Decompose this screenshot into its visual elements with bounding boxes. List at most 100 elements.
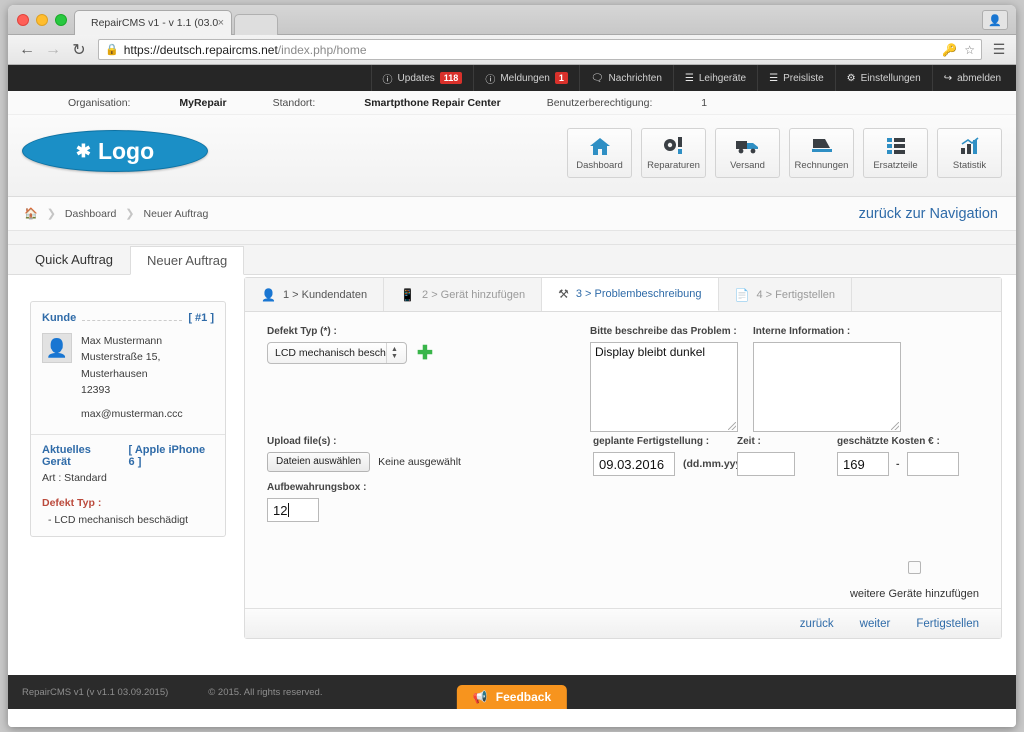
more-devices-area: weitere Geräte hinzufügen — [850, 561, 979, 600]
bookmark-star-icon[interactable]: ☆ — [964, 43, 975, 57]
field-planned-completion: geplante Fertigstellung : 09.03.2016 (dd… — [593, 436, 751, 476]
home-icon — [589, 135, 611, 157]
choose-files-button[interactable]: Dateien auswählen — [267, 452, 371, 472]
wizard-steps: 👤 1 > Kundendaten 📱 2 > Gerät hinzufügen… — [245, 278, 1001, 312]
header-band: ✱ Logo Dashboard Reparaturen Versand Rec… — [8, 115, 1016, 197]
problem-textarea[interactable]: Display bleibt dunkel — [590, 342, 738, 432]
home-icon[interactable]: 🏠 — [24, 207, 38, 220]
kosten-separator: - — [896, 458, 900, 470]
aufbewahrungsbox-input[interactable]: 12 — [267, 498, 319, 522]
tab-neuer-auftrag[interactable]: Neuer Auftrag — [130, 246, 245, 275]
more-devices-checkbox[interactable] — [907, 561, 921, 574]
info-icon: ⓘ — [485, 74, 496, 86]
customer-name: Max Mustermann — [81, 335, 163, 347]
topnav-item-meldungen[interactable]: ⓘ Meldungen 1 — [473, 65, 579, 91]
address-bar[interactable]: 🔒 https://deutsch.repaircms.net /index.p… — [98, 39, 982, 60]
info-icon: ⓘ — [382, 74, 393, 86]
page-footer: RepairCMS v1 (v v1.1 03.09.2015) © 2015.… — [8, 675, 1016, 709]
wizard-step-geraet-hinzufuegen[interactable]: 📱 2 > Gerät hinzufügen — [384, 278, 543, 311]
topnav-item-leihgeraete[interactable]: ☰ Leihgeräte — [672, 65, 757, 91]
header-button-dashboard[interactable]: Dashboard — [567, 128, 632, 178]
intern-textarea[interactable] — [753, 342, 901, 432]
browser-menu-icon[interactable]: ☰ — [988, 41, 1010, 58]
close-window-button[interactable] — [17, 14, 29, 26]
breadcrumb-item-dashboard[interactable]: Dashboard — [65, 208, 116, 220]
feedback-button[interactable]: 📢 Feedback — [456, 685, 568, 709]
tool-icon: ⚒ — [558, 287, 569, 301]
wizard-step-kundendaten[interactable]: 👤 1 > Kundendaten — [245, 278, 385, 311]
wizard-body: Defekt Typ (*) : LCD mechanisch beschädi… — [245, 312, 1001, 608]
topnav-label: Nachrichten — [608, 72, 662, 84]
wizard-step-fertigstellen[interactable]: 📄 4 > Fertigstellen — [719, 278, 853, 311]
footer-version: RepairCMS v1 (v v1.1 03.09.2015) — [22, 686, 169, 698]
location-label: Standort: — [272, 96, 316, 109]
status-badge: 118 — [439, 71, 463, 85]
field-estimated-cost: geschätzte Kosten € : 169 - — [837, 436, 959, 476]
profile-avatar-button[interactable]: 👤 — [982, 10, 1008, 30]
device-art: Art : Standard — [42, 472, 107, 485]
breadcrumb: 🏠 ❯ Dashboard ❯ Neuer Auftrag zurück zur… — [8, 197, 1016, 231]
topnav-item-preisliste[interactable]: ☰ Preisliste — [757, 65, 835, 91]
zeit-input[interactable] — [737, 452, 795, 476]
divider — [31, 434, 225, 436]
kosten-max-input[interactable] — [906, 452, 959, 476]
location-info: Standort: Smartpthone Repair Center — [273, 97, 501, 109]
browser-tab[interactable]: RepairCMS v1 - v 1.1 (03.0 × — [74, 10, 232, 35]
resize-grip-icon[interactable] — [891, 422, 899, 430]
topnav-label: Meldungen — [500, 72, 550, 84]
problem-label: Bitte beschreibe das Problem : — [590, 326, 737, 337]
topnav-item-einstellungen[interactable]: ⚙ Einstellungen — [834, 65, 932, 91]
customer-summary-card: Kunde [ #1 ] 👤 Max Mustermann Musterstra… — [30, 301, 226, 538]
logo[interactable]: ✱ Logo — [22, 130, 208, 172]
permission-value: 1 — [701, 96, 708, 109]
wizard-back-link[interactable]: zurück — [800, 618, 834, 630]
page-content: ⓘ Updates 118 ⓘ Meldungen 1 🗨 Nachrichte… — [8, 65, 1016, 727]
header-button-label: Ersatzteile — [873, 160, 918, 171]
header-button-versand[interactable]: Versand — [715, 128, 780, 178]
wizard-step-problembeschreibung[interactable]: ⚒ 3 > Problembeschreibung — [542, 278, 719, 311]
topnav-item-nachrichten[interactable]: 🗨 Nachrichten — [578, 65, 673, 91]
header-button-statistik[interactable]: Statistik — [937, 128, 1002, 178]
window-controls[interactable] — [17, 14, 67, 26]
topnav-item-abmelden[interactable]: ↪ abmelden — [931, 65, 1012, 91]
megaphone-icon: 📢 — [472, 690, 488, 704]
gear-icon: ⚙ — [846, 72, 856, 84]
add-defekt-typ-button[interactable]: ✚ — [417, 344, 433, 363]
field-internal-info: Interne Information : — [753, 326, 901, 432]
topnav-item-updates[interactable]: ⓘ Updates 118 — [370, 65, 474, 91]
key-icon[interactable]: 🔑 — [942, 43, 957, 57]
header-button-reparaturen[interactable]: Reparaturen — [641, 128, 706, 178]
header-button-rechnungen[interactable]: Rechnungen — [789, 128, 854, 178]
reload-button[interactable]: ↻ — [66, 38, 92, 62]
problem-value: Display bleibt dunkel — [595, 345, 706, 359]
header-button-ersatzteile[interactable]: Ersatzteile — [863, 128, 928, 178]
customer-email: max@musterman.ccc — [81, 408, 183, 421]
header-button-label: Statistik — [952, 160, 987, 171]
kosten-min-input[interactable]: 169 — [837, 452, 889, 476]
url-domain: https://deutsch.repaircms.net — [123, 42, 278, 57]
maximize-window-button[interactable] — [55, 14, 67, 26]
minimize-window-button[interactable] — [36, 14, 48, 26]
field-problem-description: Bitte beschreibe das Problem : Display b… — [590, 326, 738, 432]
new-tab-button[interactable] — [234, 14, 278, 35]
forward-button[interactable]: → — [40, 38, 66, 62]
resize-grip-icon[interactable] — [728, 422, 736, 430]
defekt-typ-select[interactable]: LCD mechanisch beschädigt ▲▼ — [267, 342, 407, 364]
defect-value: - LCD mechanisch beschädigt — [48, 514, 189, 527]
truck-icon — [735, 135, 761, 157]
wizard-finish-link[interactable]: Fertigstellen — [916, 618, 979, 630]
topnav-label: Leihgeräte — [698, 72, 747, 84]
back-to-navigation-link[interactable]: zurück zur Navigation — [859, 197, 998, 231]
avatar: 👤 — [42, 333, 72, 363]
back-button[interactable]: ← — [14, 38, 40, 62]
close-tab-icon[interactable]: × — [218, 11, 224, 35]
main-content: Kunde [ #1 ] 👤 Max Mustermann Musterstra… — [8, 275, 1016, 675]
list-icon: ☰ — [684, 72, 694, 84]
zeit-label: Zeit : — [737, 436, 761, 447]
date-input[interactable]: 09.03.2016 — [593, 452, 675, 476]
logo-text: Logo — [97, 137, 155, 164]
tab-quick-auftrag[interactable]: Quick Auftrag — [18, 245, 130, 274]
chart-icon — [959, 135, 981, 157]
breadcrumb-item-neuer-auftrag[interactable]: Neuer Auftrag — [144, 208, 209, 220]
wizard-next-link[interactable]: weiter — [860, 618, 891, 630]
